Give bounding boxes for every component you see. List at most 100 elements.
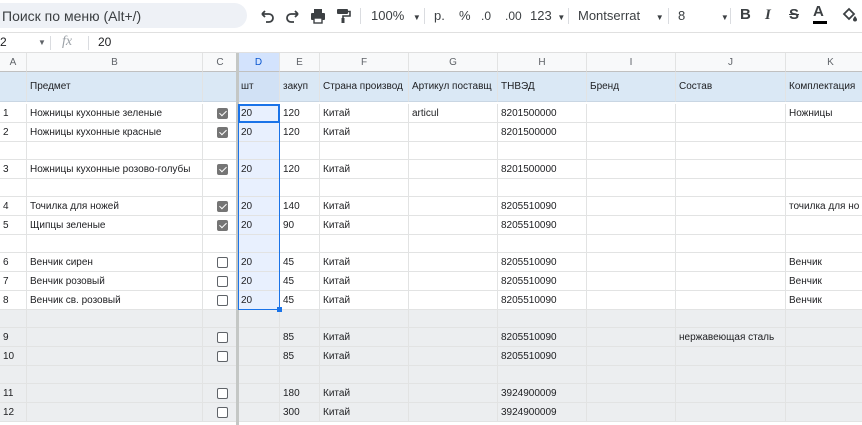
cell-e[interactable]	[280, 310, 320, 328]
spreadsheet-grid[interactable]: A B C D E F G H I J K Предмет шт закуп Страна производ…	[0, 53, 862, 425]
cell-k[interactable]	[786, 403, 862, 422]
column-header-a[interactable]: A	[0, 53, 27, 72]
cell-k[interactable]	[786, 216, 862, 235]
percent-format-button[interactable]: %	[459, 7, 471, 25]
cell-b[interactable]: Точилка для ножей	[27, 197, 203, 216]
increase-decimals-button[interactable]: .00	[505, 7, 522, 25]
checkbox-unchecked[interactable]	[217, 275, 228, 287]
cell-h[interactable]: 8205510090	[498, 291, 587, 310]
column-header-b[interactable]: B	[27, 53, 203, 72]
cell-c[interactable]	[203, 72, 238, 102]
cell-f[interactable]: Китай	[320, 123, 409, 142]
cell-j[interactable]	[676, 142, 786, 160]
decrease-decimals-button[interactable]: .0	[481, 7, 491, 25]
font-family-select[interactable]: Montserrat ▼	[578, 7, 664, 27]
cell-i[interactable]	[587, 310, 676, 328]
cell-e[interactable]: 45	[280, 272, 320, 291]
cell-i[interactable]	[587, 197, 676, 216]
cell-k[interactable]	[786, 310, 862, 328]
row-number[interactable]: 5	[0, 216, 27, 235]
cell-g[interactable]	[409, 366, 498, 384]
cell-j[interactable]	[676, 291, 786, 310]
fill-color-icon[interactable]	[840, 5, 860, 25]
cell-e[interactable]	[280, 235, 320, 253]
cell-g[interactable]	[409, 160, 498, 179]
cell-h[interactable]	[498, 310, 587, 328]
cell-i[interactable]	[587, 160, 676, 179]
cell-d[interactable]	[238, 403, 280, 422]
cell-d[interactable]: шт	[238, 72, 280, 102]
cell-g[interactable]	[409, 347, 498, 366]
formula-input[interactable]: 20	[98, 35, 111, 49]
cell-h[interactable]: 8201500000	[498, 104, 587, 123]
cell-f[interactable]: Китай	[320, 272, 409, 291]
cell-i[interactable]: Бренд	[587, 72, 676, 102]
cell-c[interactable]	[203, 216, 238, 235]
cell-d[interactable]: 20	[238, 272, 280, 291]
cell-h[interactable]: 3924900009	[498, 403, 587, 422]
cell-g[interactable]	[409, 179, 498, 197]
cell-b[interactable]: Венчик розовый	[27, 272, 203, 291]
cell-d[interactable]: 20	[238, 123, 280, 142]
cell-g[interactable]	[409, 310, 498, 328]
cell-f[interactable]: Китай	[320, 403, 409, 422]
cell-c[interactable]	[203, 328, 238, 347]
cell-k[interactable]	[786, 384, 862, 403]
row-number[interactable]	[0, 366, 27, 384]
row-number[interactable]	[0, 72, 27, 102]
column-header-g[interactable]: G	[409, 53, 498, 72]
text-color-button[interactable]: A	[813, 3, 827, 24]
cell-i[interactable]	[587, 123, 676, 142]
cell-b[interactable]: Щипцы зеленые	[27, 216, 203, 235]
cell-h[interactable]: 8205510090	[498, 347, 587, 366]
cell-k[interactable]: точилка для но	[786, 197, 862, 216]
fill-handle[interactable]	[277, 307, 282, 312]
cell-g[interactable]: Артикул поставщ	[409, 72, 498, 102]
cell-e[interactable]: закуп	[280, 72, 320, 102]
cell-j[interactable]	[676, 123, 786, 142]
strikethrough-button[interactable]: S	[789, 6, 799, 24]
cell-h[interactable]: 8201500000	[498, 160, 587, 179]
cell-g[interactable]	[409, 253, 498, 272]
cell-d[interactable]	[238, 366, 280, 384]
menu-search-box[interactable]: Поиск по меню (Alt+/)	[0, 3, 247, 28]
cell-k[interactable]	[786, 347, 862, 366]
cell-k[interactable]	[786, 160, 862, 179]
cell-f[interactable]: Китай	[320, 104, 409, 123]
cell-f[interactable]: Китай	[320, 291, 409, 310]
cell-b[interactable]	[27, 384, 203, 403]
font-size-select[interactable]: 8 ▼	[678, 7, 729, 27]
cell-b[interactable]	[27, 328, 203, 347]
cell-h[interactable]: 8205510090	[498, 216, 587, 235]
cell-e[interactable]: 180	[280, 384, 320, 403]
cell-d[interactable]	[238, 328, 280, 347]
cell-j[interactable]: Состав	[676, 72, 786, 102]
cell-j[interactable]	[676, 310, 786, 328]
cell-f[interactable]: Китай	[320, 328, 409, 347]
column-header-e[interactable]: E	[280, 53, 320, 72]
cell-e[interactable]	[280, 366, 320, 384]
cell-g[interactable]	[409, 235, 498, 253]
cell-b[interactable]	[27, 179, 203, 197]
cell-g[interactable]	[409, 384, 498, 403]
cell-j[interactable]	[676, 235, 786, 253]
cell-f[interactable]: Китай	[320, 216, 409, 235]
column-header-f[interactable]: F	[320, 53, 409, 72]
cell-i[interactable]	[587, 142, 676, 160]
cell-g[interactable]	[409, 216, 498, 235]
cell-j[interactable]	[676, 366, 786, 384]
column-header-j[interactable]: J	[676, 53, 786, 72]
cell-b[interactable]: Ножницы кухонные розово-голубы	[27, 160, 203, 179]
checkbox-checked[interactable]	[217, 219, 228, 231]
cell-i[interactable]	[587, 179, 676, 197]
cell-c[interactable]	[203, 235, 238, 253]
cell-h[interactable]	[498, 179, 587, 197]
cell-c[interactable]	[203, 123, 238, 142]
cell-h[interactable]	[498, 366, 587, 384]
cell-d[interactable]: 20	[238, 160, 280, 179]
cell-h[interactable]	[498, 142, 587, 160]
cell-f[interactable]	[320, 310, 409, 328]
row-number[interactable]: 10	[0, 347, 27, 366]
checkbox-checked[interactable]	[217, 107, 228, 119]
cell-i[interactable]	[587, 253, 676, 272]
